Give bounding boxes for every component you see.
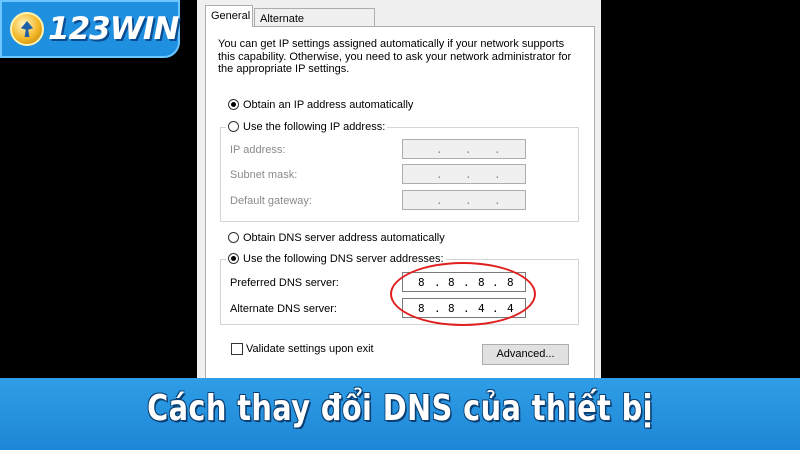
default-gateway-field[interactable]: ...: [402, 190, 526, 210]
dns-highlight-circle: [390, 262, 536, 326]
alternate-dns-label: Alternate DNS server:: [230, 303, 337, 315]
ip-address-label: IP address:: [230, 144, 286, 156]
preferred-dns-label: Preferred DNS server:: [230, 277, 339, 289]
radio-ip-manual[interactable]: Use the following IP address:: [226, 120, 388, 134]
octet-dot: .: [465, 194, 472, 207]
validate-checkbox[interactable]: [231, 343, 243, 355]
radio-ip-manual-label: Use the following IP address:: [243, 121, 386, 133]
default-gateway-label: Default gateway:: [230, 195, 312, 207]
advanced-button[interactable]: Advanced...: [482, 344, 569, 365]
brand-logo: 123WIN: [0, 0, 180, 58]
octet-dot: .: [494, 143, 501, 156]
radio-selected-icon: [228, 253, 239, 264]
tab-alternate-configuration[interactable]: Alternate Configuration: [254, 8, 375, 45]
logo-text: 123WIN: [48, 11, 179, 47]
octet-dot: .: [494, 194, 501, 207]
radio-dns-manual-label: Use the following DNS server addresses:: [243, 253, 444, 265]
octet-dot: .: [436, 143, 443, 156]
radio-dns-auto-label: Obtain DNS server address automatically: [243, 232, 445, 244]
radio-ip-auto[interactable]: Obtain an IP address automatically: [228, 98, 413, 112]
radio-empty-icon: [228, 232, 239, 243]
octet-dot: .: [436, 168, 443, 181]
tab-general[interactable]: General: [205, 5, 253, 27]
radio-empty-icon: [228, 121, 239, 132]
general-panel: You can get IP settings assigned automat…: [205, 26, 595, 380]
description-text: You can get IP settings assigned automat…: [218, 38, 572, 75]
validate-label: Validate settings upon exit: [246, 343, 374, 355]
radio-dns-manual[interactable]: Use the following DNS server addresses:: [226, 252, 446, 266]
octet-dot: .: [494, 168, 501, 181]
radio-dns-auto[interactable]: Obtain DNS server address automatically: [228, 231, 445, 245]
subnet-mask-label: Subnet mask:: [230, 169, 298, 181]
octet-dot: .: [465, 168, 472, 181]
ipv4-properties-dialog: General Alternate Configuration You can …: [197, 0, 601, 380]
radio-selected-icon: [228, 99, 239, 110]
octet-dot: .: [436, 194, 443, 207]
spade-coin-icon: [10, 12, 44, 46]
subnet-mask-field[interactable]: ...: [402, 164, 526, 184]
octet-dot: .: [465, 143, 472, 156]
title-banner: Cách thay đổi DNS của thiết bị: [0, 378, 800, 450]
ip-address-field[interactable]: ...: [402, 139, 526, 159]
radio-ip-auto-label: Obtain an IP address automatically: [243, 99, 414, 111]
banner-title: Cách thay đổi DNS của thiết bị: [147, 388, 653, 429]
